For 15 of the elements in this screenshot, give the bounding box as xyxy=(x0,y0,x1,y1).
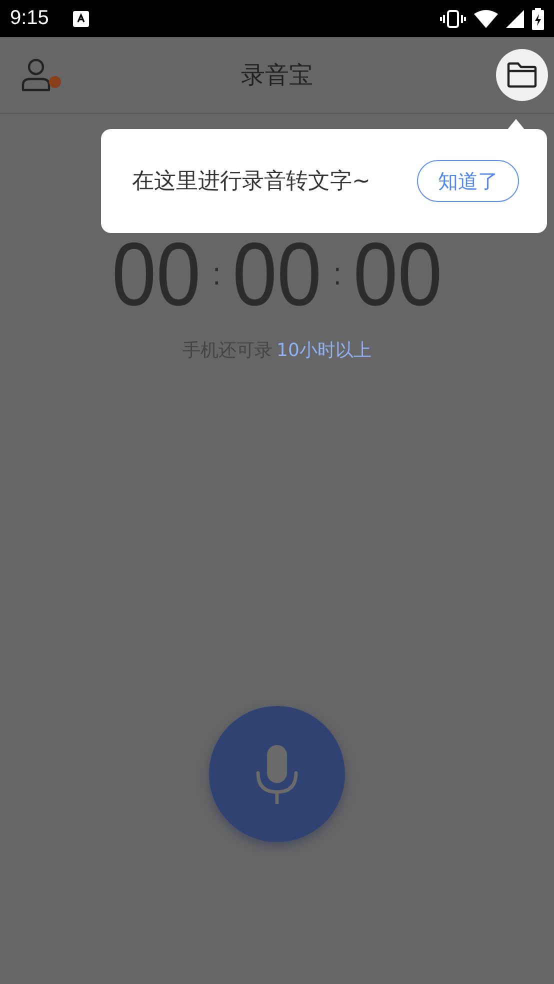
battery-icon xyxy=(532,8,544,30)
tooltip-message: 在这里进行录音转文字~ xyxy=(132,168,370,196)
app-title: 录音宝 xyxy=(241,61,313,89)
folder-icon xyxy=(507,62,537,88)
timer-display: 00$^{:}$00$^{:}$00 xyxy=(112,226,442,326)
vibrate-icon xyxy=(440,8,466,28)
folder-button[interactable] xyxy=(496,49,548,101)
microphone-icon xyxy=(255,744,299,804)
person-icon xyxy=(20,57,52,93)
status-time: 9:15 xyxy=(10,7,49,30)
keyboard-notification-icon xyxy=(72,10,89,26)
signal-icon xyxy=(506,10,524,28)
remaining-time: 10小时以上 xyxy=(276,338,372,362)
got-it-button[interactable]: 知道了 xyxy=(417,160,519,202)
wifi-icon xyxy=(474,10,498,28)
